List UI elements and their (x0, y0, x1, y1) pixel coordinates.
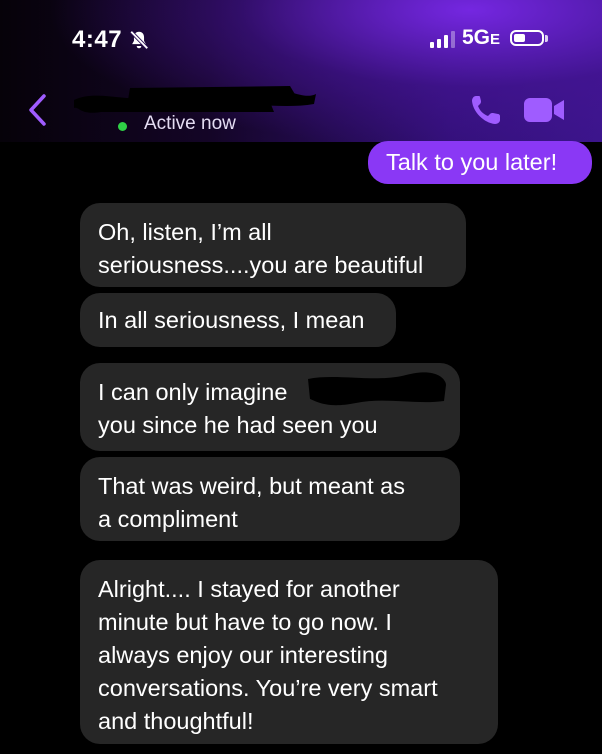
presence-status: Active now (144, 113, 236, 134)
message-text-line: minute but have to go now. I (98, 609, 392, 635)
bell-muted-icon (129, 30, 149, 50)
message-text-line: conversations. You’re very smart (98, 675, 438, 701)
signal-strength-icon (430, 30, 455, 48)
network-indicator: 5GE (462, 26, 501, 49)
message-bubble-incoming[interactable]: In all seriousness, I mean (80, 293, 396, 347)
message-text-line: Alright.... I stayed for another (98, 576, 400, 602)
message-text-line: a compliment (98, 506, 238, 532)
message-text-line: seriousness....you are beautiful (98, 252, 424, 278)
message-bubble-incoming[interactable]: Alright.... I stayed for another minute … (80, 560, 498, 744)
message-text: Talk to you later! (386, 149, 558, 175)
message-text-line: always enjoy our interesting (98, 642, 388, 668)
message-text-line: That was weird, but meant as (98, 473, 405, 499)
back-chevron-icon[interactable] (26, 93, 50, 127)
message-bubble-incoming[interactable]: That was weird, but meant as a complimen… (80, 457, 460, 541)
message-text-line: In all seriousness, I mean (98, 307, 365, 333)
chat-header (0, 0, 602, 142)
redacted-text (308, 372, 446, 406)
phone-icon[interactable] (468, 92, 504, 128)
redacted-contact-name (74, 86, 316, 113)
message-text-line: you since he had seen you (98, 412, 378, 438)
message-bubble-outgoing[interactable]: Talk to you later! (368, 141, 592, 184)
message-text-line: and thoughtful! (98, 708, 254, 734)
online-status-dot (118, 122, 127, 131)
battery-icon (510, 30, 544, 46)
message-bubble-incoming[interactable]: Oh, listen, I’m all seriousness....you a… (80, 203, 466, 287)
video-camera-icon[interactable] (522, 95, 566, 125)
message-text-line: Oh, listen, I’m all (98, 219, 272, 245)
battery-tip (545, 35, 548, 42)
status-time: 4:47 (72, 26, 123, 53)
